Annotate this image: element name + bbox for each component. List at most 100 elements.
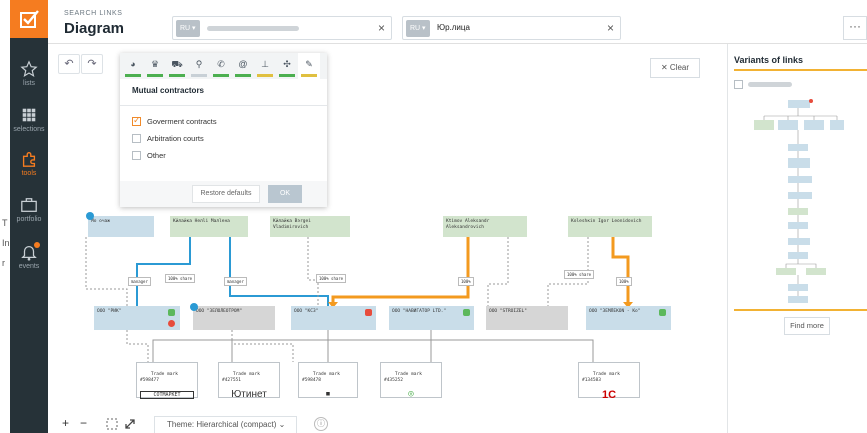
trademark-node[interactable]: Trade mark #134583 1С bbox=[578, 362, 640, 401]
person-node[interactable]: Кйлайка Вэrgei Vladimirovich bbox=[270, 216, 350, 237]
restore-defaults-button[interactable]: Restore defaults bbox=[192, 185, 260, 203]
alert-badge bbox=[168, 320, 175, 327]
checkbox-other[interactable] bbox=[132, 151, 141, 160]
sidebar-item-lists[interactable]: lists bbox=[10, 60, 48, 87]
zoom-in-button[interactable]: + bbox=[62, 416, 69, 430]
diagram-canvas[interactable]: ↶ ↷ ✕ Clear Мо очаж Кйлайка Нелli Малlен… bbox=[48, 44, 727, 433]
edge-label: 100% share bbox=[165, 274, 196, 283]
sidebar-label: tools bbox=[21, 170, 37, 177]
trademark-label: Trade mark #598477 bbox=[140, 372, 178, 383]
variants-title: Variants of links bbox=[734, 55, 804, 65]
checkbox-arbitration-courts[interactable] bbox=[132, 134, 141, 143]
trademark-logo: СОТМАРКЕТ bbox=[140, 391, 194, 399]
status-badge bbox=[659, 309, 666, 316]
breadcrumb: SEARCH LINKS bbox=[64, 10, 123, 17]
edge-label: 100% bbox=[458, 277, 474, 286]
app-logo[interactable] bbox=[10, 0, 48, 38]
checkbox-goverment-contracts[interactable] bbox=[132, 115, 141, 126]
edge-label: 100% share bbox=[564, 270, 595, 279]
trademark-label: Trade mark #598478 bbox=[302, 372, 340, 383]
filter-panel: ◕ ♛ ⛟ ⚲ ✆ @ ⊥ ✣ ✎ Mutual contractors Gov… bbox=[120, 53, 327, 207]
language-selector[interactable]: RU ▾ bbox=[406, 20, 430, 37]
edge-label: manager bbox=[128, 277, 151, 286]
stray-text-1: Т bbox=[2, 218, 8, 228]
search-field-right[interactable]: RU ▾ Юр.лица × bbox=[402, 16, 621, 40]
trademark-label: Trade mark #134583 bbox=[582, 372, 620, 383]
checkbox-logo-icon bbox=[20, 10, 39, 28]
alert-badge bbox=[365, 309, 372, 316]
sidebar-item-selections[interactable]: selections bbox=[10, 106, 48, 133]
trademark-logo: 1С bbox=[601, 389, 617, 401]
person-node[interactable]: Кйлайка Нелli Малlена bbox=[170, 216, 248, 237]
undo-button[interactable]: ↶ bbox=[58, 54, 80, 74]
status-badge bbox=[463, 309, 470, 316]
network-icon[interactable]: ✣ bbox=[276, 53, 298, 79]
option-label: Arbitration courts bbox=[147, 134, 204, 143]
edge-label: 100% bbox=[616, 277, 632, 286]
selection-dot bbox=[190, 303, 198, 311]
pin-icon[interactable]: ⚲ bbox=[188, 53, 210, 79]
section-title: Mutual contractors bbox=[132, 86, 205, 95]
sidebar-item-events[interactable]: events bbox=[10, 243, 48, 270]
more-menu-button[interactable]: ··· bbox=[843, 16, 867, 40]
person-node[interactable]: Ktimоv Aleksandr Aleksandrovich bbox=[443, 216, 527, 237]
person-node[interactable]: Кolеshкin Igor Leonidovich bbox=[568, 216, 652, 237]
company-node[interactable]: ООО "НАВИГАТОР LTD." bbox=[389, 306, 474, 330]
trademark-node[interactable]: Trade mark #427551 Ютинет bbox=[218, 362, 280, 400]
panel-footer: Restore defaults OK bbox=[120, 181, 327, 207]
top-bar: SEARCH LINKS Diagram RU ▾ × RU ▾ Юр.лица… bbox=[48, 0, 867, 44]
accent-line bbox=[734, 309, 867, 311]
clear-button[interactable]: ✕ Clear bbox=[650, 58, 700, 78]
stamp-icon[interactable]: ⊥ bbox=[254, 53, 276, 79]
zoom-out-button[interactable]: − bbox=[80, 416, 87, 430]
fit-screen-icon[interactable] bbox=[106, 418, 118, 430]
at-icon[interactable]: @ bbox=[232, 53, 254, 79]
crown-icon[interactable]: ♛ bbox=[144, 53, 166, 79]
briefcase-icon bbox=[21, 198, 37, 212]
find-more-button[interactable]: Find more bbox=[784, 317, 830, 335]
clear-icon[interactable]: × bbox=[378, 21, 385, 35]
language-selector[interactable]: RU ▾ bbox=[176, 20, 200, 37]
clear-icon[interactable]: × bbox=[607, 21, 614, 35]
trademark-label: Trade mark #435252 bbox=[384, 372, 422, 383]
variant-thumbnail[interactable] bbox=[748, 96, 848, 306]
person-node[interactable]: Мо очаж bbox=[88, 216, 154, 237]
phone-icon[interactable]: ✆ bbox=[210, 53, 232, 79]
trademark-node[interactable]: Trade mark #435252 ◎ bbox=[380, 362, 442, 399]
company-node[interactable]: ООО "ЗЕЛОЛЕОТРОМ" bbox=[193, 306, 275, 330]
pie-chart-icon[interactable]: ◕ bbox=[122, 53, 144, 79]
selection-dot bbox=[86, 212, 94, 220]
accent-line bbox=[734, 69, 867, 71]
stray-text-3: r bbox=[2, 258, 5, 268]
left-strip: Т In r bbox=[0, 0, 10, 433]
sidebar-label: selections bbox=[13, 126, 45, 133]
page-title: Diagram bbox=[64, 20, 125, 37]
variants-panel: Variants of links Find more bbox=[727, 44, 867, 433]
star-icon bbox=[20, 60, 38, 77]
edge-label: manager bbox=[224, 277, 247, 286]
sidebar-label: lists bbox=[22, 80, 36, 87]
car-icon[interactable]: ⛟ bbox=[166, 53, 188, 79]
search-field-left[interactable]: RU ▾ × bbox=[172, 16, 392, 40]
company-node[interactable]: ООО "КСЗ" bbox=[291, 306, 376, 330]
sidebar-item-portfolio[interactable]: portfolio bbox=[10, 196, 48, 223]
variant-checkbox[interactable] bbox=[734, 80, 743, 89]
trademark-node[interactable]: Trade mark #598478 ▪ bbox=[298, 362, 358, 399]
expand-icon[interactable] bbox=[124, 418, 136, 430]
divider bbox=[120, 105, 327, 106]
redacted-value bbox=[207, 26, 299, 31]
tool-icon[interactable]: ✎ bbox=[298, 53, 320, 79]
puzzle-icon bbox=[22, 152, 36, 167]
redo-button[interactable]: ↷ bbox=[81, 54, 103, 74]
trademark-node[interactable]: Trade mark #598477 СОТМАРКЕТ bbox=[136, 362, 198, 399]
company-node[interactable]: ООО "STROIZEL" bbox=[486, 306, 568, 330]
status-badge bbox=[168, 309, 175, 316]
info-icon[interactable]: ⓘ bbox=[314, 417, 328, 431]
trademark-logo: ◎ bbox=[408, 389, 414, 399]
sidebar-item-tools[interactable]: tools bbox=[10, 150, 48, 177]
redacted-variant-name bbox=[748, 82, 792, 87]
theme-select[interactable]: Theme: Hierarchical (compact) ⌄ bbox=[154, 416, 297, 433]
sidebar-label: portfolio bbox=[16, 216, 42, 223]
ok-button[interactable]: OK bbox=[268, 185, 302, 203]
option-label: Goverment contracts bbox=[147, 117, 217, 126]
